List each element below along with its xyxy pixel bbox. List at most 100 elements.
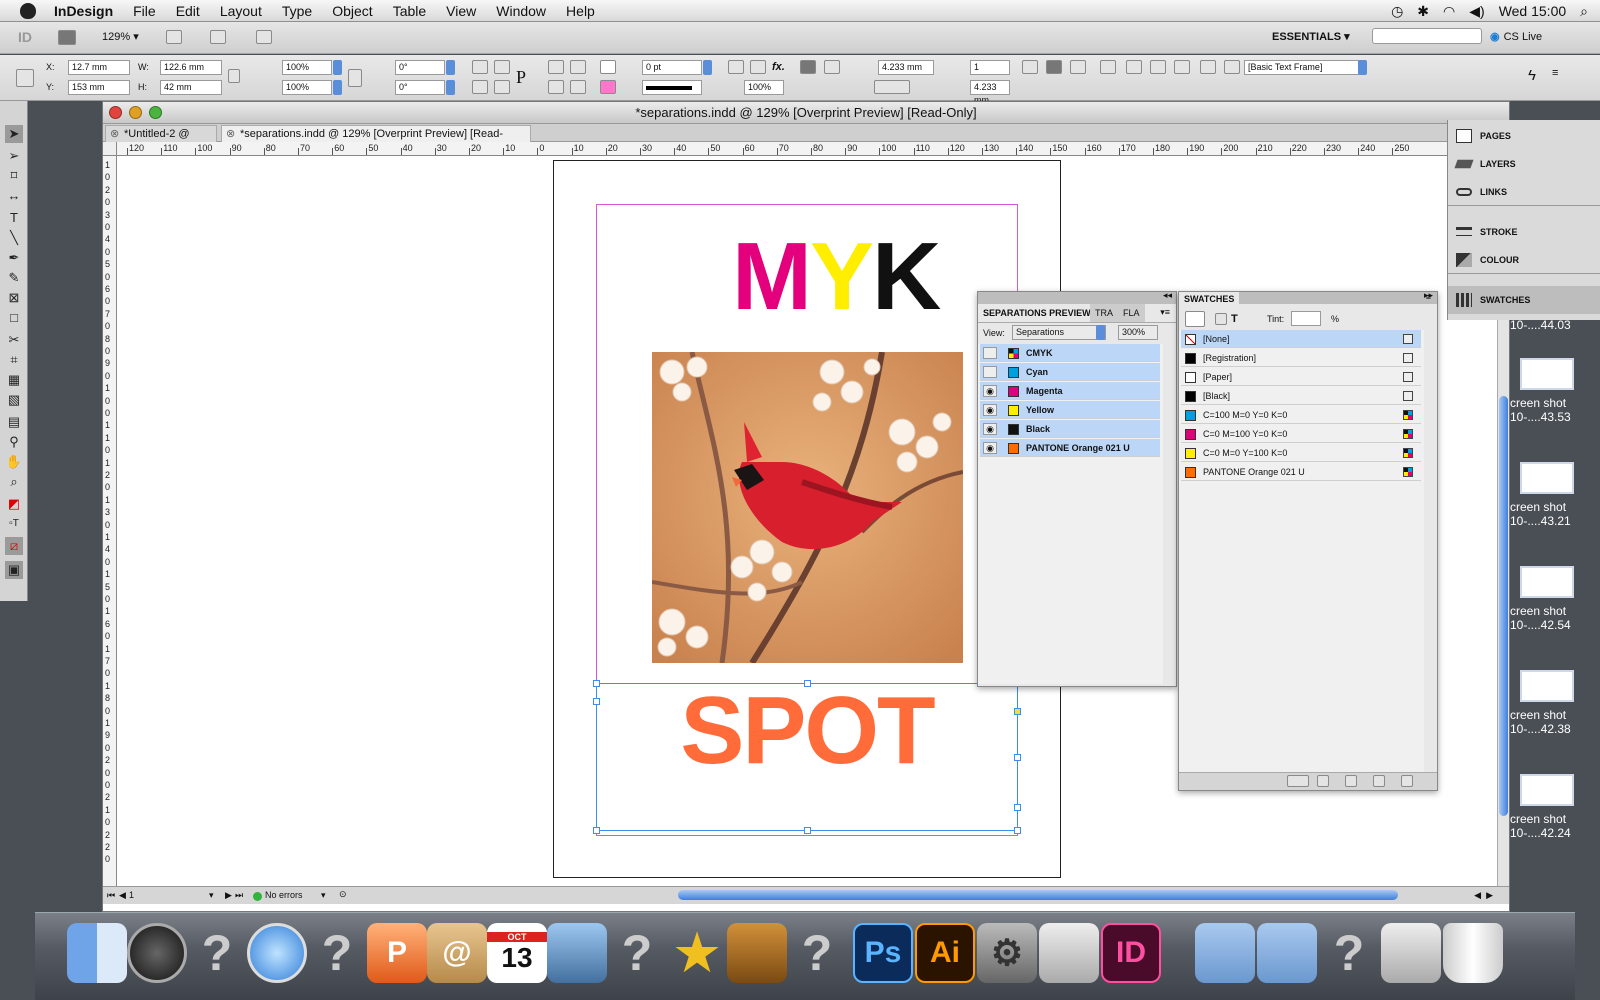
dock-item-links[interactable]: LINKS [1448,178,1600,206]
trash-icon[interactable] [1443,923,1503,983]
show-color-swatches-button[interactable] [1317,775,1329,787]
align-h-centers-icon[interactable] [1150,60,1166,74]
arrange-documents-button[interactable] [256,30,272,44]
spot-text-frame[interactable]: SPOT [593,677,1021,834]
view-dropdown-arrow[interactable] [1096,325,1105,340]
scale-y-field[interactable]: 100% [282,80,332,95]
applications-folder-icon[interactable] [1195,923,1255,983]
garageband-icon[interactable] [727,923,787,983]
formatting-text-icon[interactable]: T [1231,313,1238,325]
bridge-button[interactable] [58,30,76,45]
wrap-around-icon[interactable] [824,60,840,74]
out-port-handle[interactable] [1014,804,1021,811]
next-page-icon[interactable]: ▶ [225,890,232,901]
in-port-handle[interactable] [593,698,600,705]
shear-dropdown[interactable] [446,80,455,95]
separation-row[interactable]: Cyan [980,363,1160,381]
swatches-menu-icon[interactable]: ≡ [1426,292,1431,302]
fill-stroke-icon[interactable]: ◩ [5,495,23,513]
control-panel-menu-icon[interactable]: ≡ [1552,67,1558,79]
dock-item-swatches[interactable]: SWATCHES [1448,286,1600,314]
unknown-app-icon[interactable]: ? [1319,923,1379,983]
resize-handle-b[interactable] [804,827,811,834]
rectangle-frame-tool-icon[interactable]: ⊠ [5,289,23,307]
align-left-edges-icon[interactable] [1126,60,1142,74]
formatting-container-icon[interactable] [1215,313,1227,325]
visibility-eye-icon[interactable]: ◉ [983,442,997,454]
zoom-tool-icon[interactable]: ⌕ [5,473,23,491]
fill-stroke-proxy-icon[interactable] [1185,311,1205,327]
gap-tool-icon[interactable]: ↔ [5,187,23,205]
type-tool-icon[interactable]: T [5,209,23,227]
fill-none-swatch[interactable] [600,60,616,74]
apple-menu-icon[interactable] [20,2,36,19]
resize-handle-br[interactable] [1014,827,1021,834]
object-style-arrow[interactable] [1358,60,1367,75]
resize-handle-bl[interactable] [593,827,600,834]
visibility-eye-icon[interactable]: ◉ [983,423,997,435]
menu-type[interactable]: Type [282,3,312,19]
photoshop-icon[interactable]: Ps [853,923,913,983]
visibility-eye-icon[interactable] [983,347,997,359]
flip-vertical-icon[interactable] [494,80,510,94]
close-tab-icon[interactable]: ⊗ [226,126,235,142]
stroke-type-dropdown[interactable] [642,80,702,95]
minimize-window-button[interactable] [129,106,142,119]
menu-edit[interactable]: Edit [176,3,200,19]
close-window-button[interactable] [109,106,122,119]
constrain-scale-icon[interactable] [348,69,362,87]
cs-live-button[interactable]: ◉ CS Live [1490,30,1542,44]
cardinal-photo[interactable] [652,352,963,663]
preflight-status[interactable]: No errors [265,890,303,900]
swatch-row[interactable]: [Registration] [1181,349,1421,367]
last-page-icon[interactable]: ⏭ [235,890,243,901]
tint-field[interactable] [1291,311,1321,326]
show-gradient-swatches-button[interactable] [1345,775,1357,787]
menu-file[interactable]: File [133,3,156,19]
menu-window[interactable]: Window [496,3,546,19]
rectangle-tool-icon[interactable]: □ [5,309,23,327]
dock-item-pages[interactable]: PAGES [1448,122,1600,150]
separation-row[interactable]: ◉ Black [980,420,1160,438]
scroll-right-icon[interactable]: ▶ [1486,890,1493,901]
pen-tool-icon[interactable]: ✒ [5,249,23,267]
safari-icon[interactable] [247,923,307,983]
system-preferences-icon[interactable]: ⚙ [977,923,1037,983]
zoom-level-dropdown[interactable]: 129% ▾ [102,30,139,44]
ink-zoom-field[interactable]: 300% [1118,325,1158,340]
printer-icon[interactable] [1381,923,1441,983]
note-tool-icon[interactable]: ▤ [5,413,23,431]
swatch-row[interactable]: C=0 M=0 Y=100 K=0 [1181,444,1421,462]
view-dropdown[interactable]: Separations [1012,325,1106,340]
desktop-screenshot-file[interactable]: creen shot 10-....43.53 [1510,358,1600,424]
swatch-row[interactable]: C=100 M=0 Y=0 K=0 [1181,406,1421,424]
separation-row[interactable]: CMYK [980,344,1160,362]
scale-x-dropdown[interactable] [333,60,342,75]
swatch-row[interactable]: C=0 M=100 Y=0 K=0 [1181,425,1421,443]
tab-swatches[interactable]: SWATCHES [1179,292,1240,306]
swatch-row[interactable]: PANTONE Orange 021 U [1181,463,1421,481]
menu-object[interactable]: Object [332,3,372,19]
dock-item-stroke[interactable]: STROKE [1448,218,1600,246]
visibility-eye-icon[interactable]: ◉ [983,385,997,397]
free-transform-tool-icon[interactable]: ⌗ [5,351,23,369]
swatch-row[interactable]: [None] [1181,330,1421,348]
eyedropper-tool-icon[interactable]: ⚲ [5,433,23,451]
visibility-eye-icon[interactable] [983,366,997,378]
documents-folder-icon[interactable] [1257,923,1317,983]
page-dropdown-icon[interactable]: ▾ [209,890,214,901]
desktop-screenshot-file[interactable]: 10-....44.03 [1510,318,1600,332]
menu-layout[interactable]: Layout [220,3,262,19]
swatch-row[interactable]: [Black] [1181,387,1421,405]
printer-icon[interactable] [1039,923,1099,983]
hand-tool-icon[interactable]: ✋ [5,453,23,471]
gradient-feather-tool-icon[interactable]: ▧ [5,391,23,409]
view-options-button[interactable] [166,30,182,44]
opacity-field[interactable]: 100% [744,80,784,95]
page-number-field[interactable]: 1 [129,890,134,900]
resize-handle-r[interactable] [1014,754,1021,761]
menu-app-name[interactable]: InDesign [54,3,113,19]
align-center-icon[interactable] [1046,60,1062,74]
object-style-dropdown[interactable]: [Basic Text Frame] [1244,60,1359,75]
desktop-screenshot-file[interactable]: creen shot 10-....43.21 [1510,462,1600,528]
